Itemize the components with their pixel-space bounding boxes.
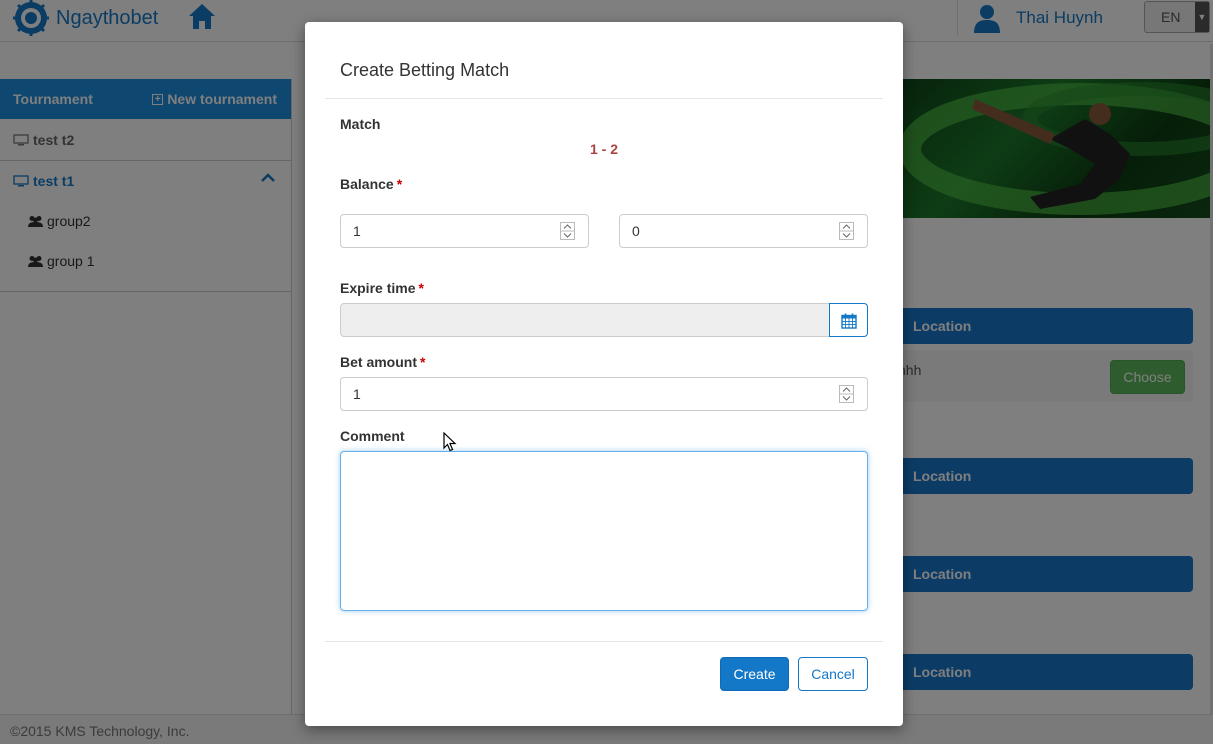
spinner-icon[interactable]	[839, 385, 854, 403]
cancel-button[interactable]: Cancel	[798, 657, 868, 691]
match-label: Match	[340, 116, 381, 132]
balance-label: Balance *	[340, 176, 402, 192]
required-mark: *	[420, 354, 426, 370]
required-mark: *	[418, 280, 424, 296]
create-button[interactable]: Create	[720, 657, 789, 691]
match-score: 1 - 2	[590, 141, 619, 157]
bet-amount-label: Bet amount *	[340, 354, 425, 370]
balance-right-value: 0	[632, 223, 640, 239]
required-mark: *	[396, 176, 403, 192]
spinner-icon[interactable]	[839, 222, 854, 240]
expire-time-label: Expire time *	[340, 280, 424, 296]
expire-time-input[interactable]	[340, 303, 830, 337]
balance-right-input[interactable]: 0	[619, 214, 868, 248]
bet-amount-input[interactable]: 1	[340, 377, 868, 411]
create-betting-match-dialog: Create Betting Match Match 1 - 2 Balance…	[305, 22, 903, 726]
divider	[325, 641, 883, 642]
balance-label-text: Balance	[340, 176, 394, 192]
bet-amount-value: 1	[353, 386, 361, 402]
balance-left-input[interactable]: 1	[340, 214, 589, 248]
comment-textarea[interactable]	[340, 451, 868, 611]
divider	[325, 98, 883, 99]
spinner-icon[interactable]	[560, 222, 575, 240]
calendar-icon	[841, 313, 857, 329]
balance-left-value: 1	[353, 223, 361, 239]
mouse-cursor-icon	[443, 432, 457, 452]
dialog-title: Create Betting Match	[340, 60, 510, 80]
comment-label: Comment	[340, 428, 405, 444]
date-picker-button[interactable]	[829, 303, 868, 337]
bet-amount-label-text: Bet amount	[340, 354, 417, 370]
expire-time-label-text: Expire time	[340, 280, 416, 296]
